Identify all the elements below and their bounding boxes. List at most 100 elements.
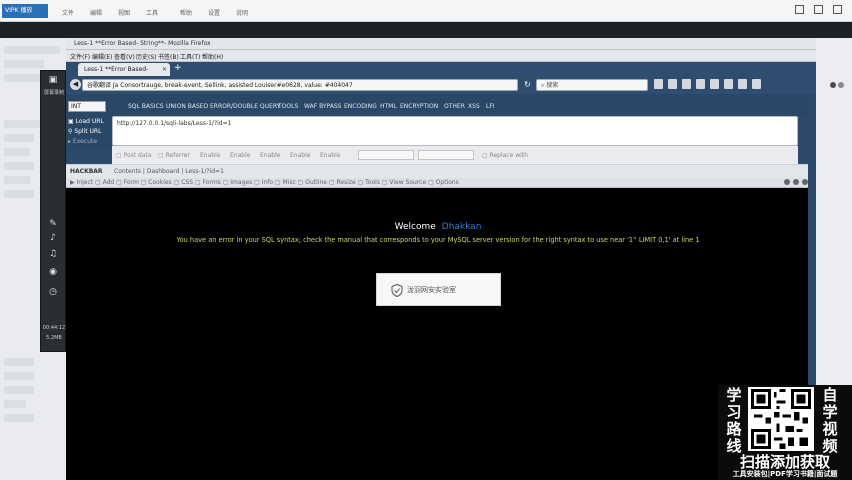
outer-menu-about[interactable]: 说明 [236,8,248,17]
status-icons [784,179,808,185]
promo-right-text: 自学视频 [822,386,838,455]
addon-icon[interactable] [738,79,747,89]
music-icon[interactable]: ♫ [46,249,60,261]
outer-menu-edit[interactable]: 编辑 [90,8,102,17]
outer-menu-help[interactable]: 帮助 [180,8,192,17]
new-tab-icon[interactable]: + [174,63,182,73]
hackbar-menu-html[interactable]: HTML [380,103,397,110]
ff-menu-edit[interactable]: 编辑(E) [92,52,112,61]
outer-menu-tools[interactable]: 工具 [146,8,158,17]
hackbar-type-select[interactable]: INT [68,101,106,112]
tab-less-1[interactable]: Less-1 **Error Based- String** ✕ [78,63,170,86]
qr-code [748,387,814,451]
enable-option-2[interactable]: Enable [230,152,250,159]
enable-option-4[interactable]: Enable [290,152,310,159]
ff-menu-history[interactable]: 历史(S) [136,52,157,61]
promo-overlay: 学习路线 自学视频 扫描添加获取 工具安装包|PDF学习书籍|面试题 [718,385,852,480]
split-url-button[interactable]: ⚲ Split URL [68,128,101,135]
hackbar-url-input[interactable]: http://127.0.0.1/sqli-labs/Less-1/?id=1 [112,116,798,146]
ff-menu-tools[interactable]: 工具(T) [180,52,200,61]
post-data-checkbox[interactable]: ▢ Post data [116,152,152,159]
hackbar-options-row: ▢ Post data ▢ Referrer Enable Enable Ena… [112,146,798,164]
outer-app-logo: VIPK 播放 [2,4,48,18]
minimize-icon[interactable] [795,5,804,14]
outer-app-topbar: VIPK 播放 文件 编辑 视图 工具 帮助 设置 说明 [0,0,852,22]
page-content: Welcome Dhakkan You have an error in your… [66,188,810,480]
screen-record-icon[interactable]: ▣ [46,75,60,87]
watermark-text: 泷羽网安实验室 [407,286,456,294]
sync-icon[interactable] [724,79,733,89]
camera-icon[interactable]: ◉ [46,267,60,279]
load-url-button[interactable]: ▣ Load URL [68,118,104,125]
speaker-icon[interactable]: ♪ [46,233,60,245]
toolbar-icons [654,79,761,89]
referrer-checkbox[interactable]: ▢ Referrer [158,152,190,159]
outer-menu-file[interactable]: 文件 [62,8,74,17]
menu-icon[interactable] [752,79,761,89]
window-title: Less-1 **Error Based- String**- Mozilla … [74,40,211,47]
timer-icon[interactable]: ◷ [46,287,60,299]
webdev-items[interactable]: ▶ Inject ▢ Add ▢ Form ▢ Cookies ▢ CSS ▢ … [70,179,459,186]
enable-option-5[interactable]: Enable [320,152,340,159]
dhakkan-text: Dhakkan [441,222,482,232]
hackbar-brand: HACKBAR [70,168,103,175]
execute-button[interactable]: ▸ Execute [68,138,97,145]
watermark-badge: 泷羽网安实验室 [376,273,501,306]
promo-left-text: 学习路线 [726,386,742,455]
outer-dark-strip [0,22,852,38]
hackbar-menu-encoding[interactable]: ENCODING [344,103,377,110]
recording-toolbar: ▣ 屏幕录制 ✎ ♪ ♫ ◉ ◷ 00:44:12 5.2MB [40,70,66,352]
download-icon[interactable] [668,79,677,89]
right-dot-icon [830,82,836,88]
tab-close-icon[interactable]: ✕ [162,63,167,76]
ff-menu-bookmarks[interactable]: 书签(B) [158,52,179,61]
welcome-text: Welcome [394,222,436,232]
hackbar-menu-encryption[interactable]: ENCRYPTION [400,103,438,110]
extension-icon[interactable] [710,79,719,89]
option-field-2[interactable] [418,150,474,160]
option-field-1[interactable] [358,150,414,160]
window-controls [795,5,842,14]
firefox-navbar: ◀ 谷歌翻译 Ja Consortrauge, break-event, Sel… [66,76,816,94]
pen-icon[interactable]: ✎ [46,219,60,231]
pocket-icon[interactable] [696,79,705,89]
hackbar-brand-row: HACKBAR Contents | Dashboard | Less-1/?i… [66,164,816,178]
url-notice: 谷歌翻译 Ja Consortrauge, break-event, Selli… [87,82,353,89]
check-icon[interactable] [784,179,790,185]
bookmark-icon[interactable] [654,79,663,89]
home-icon[interactable] [682,79,691,89]
rec-time: 00:44:12 [42,325,66,331]
replace-checkbox[interactable]: ▢ Replace with [482,152,528,159]
ff-menu-help[interactable]: 帮助(H) [202,52,223,61]
qr-code-icon [751,389,811,449]
hackbar-menu-xss[interactable]: XSS [468,103,480,110]
hackbar-menu-other[interactable]: OTHER [444,103,465,110]
hackbar-menu-error[interactable]: ERROR/DOUBLE QUERY [210,103,280,110]
rec-size: 5.2MB [46,335,62,341]
close-icon[interactable] [833,5,842,14]
url-bar[interactable]: 谷歌翻译 Ja Consortrauge, break-event, Selli… [82,79,518,91]
rec-label: 屏幕录制 [43,90,64,96]
promo-subtext: 工具安装包|PDF学习书籍|面试题 [732,470,838,478]
search-input[interactable]: ⌕ 搜索 [536,79,648,91]
enable-option-1[interactable]: Enable [200,152,220,159]
webdeveloper-toolbar: ▶ Inject ▢ Add ▢ Form ▢ Cookies ▢ CSS ▢ … [66,178,816,188]
ff-menu-file[interactable]: 文件(F) [70,52,90,61]
hackbar-breadcrumb: Contents | Dashboard | Less-1/?id=1 [114,168,224,175]
enable-option-3[interactable]: Enable [260,152,280,159]
hackbar-side-actions: ▣ Load URL ⚲ Split URL ▸ Execute [66,116,112,148]
ff-menu-view[interactable]: 查看(V) [114,52,135,61]
outer-menu-settings[interactable]: 设置 [208,8,220,17]
reload-icon[interactable]: ↻ [522,79,533,90]
maximize-icon[interactable] [814,5,823,14]
hackbar-menu-lfi[interactable]: LFI [486,103,495,110]
warning-icon[interactable] [793,179,799,185]
outer-menu-view[interactable]: 视图 [118,8,130,17]
hackbar-menu-tools[interactable]: TOOLS [278,103,298,110]
hackbar-menu-sql-basics[interactable]: SQL BASICS [128,103,164,110]
hackbar-menubar: INT SQL BASICS UNION BASED ERROR/DOUBLE … [66,94,816,116]
back-icon[interactable]: ◀ [70,79,81,90]
hackbar-menu-union[interactable]: UNION BASED [166,103,208,110]
firefox-menubar: 文件(F) 编辑(E) 查看(V) 历史(S) 书签(B) 工具(T) 帮助(H… [66,50,816,62]
hackbar-menu-waf[interactable]: WAF BYPASS [304,103,341,110]
